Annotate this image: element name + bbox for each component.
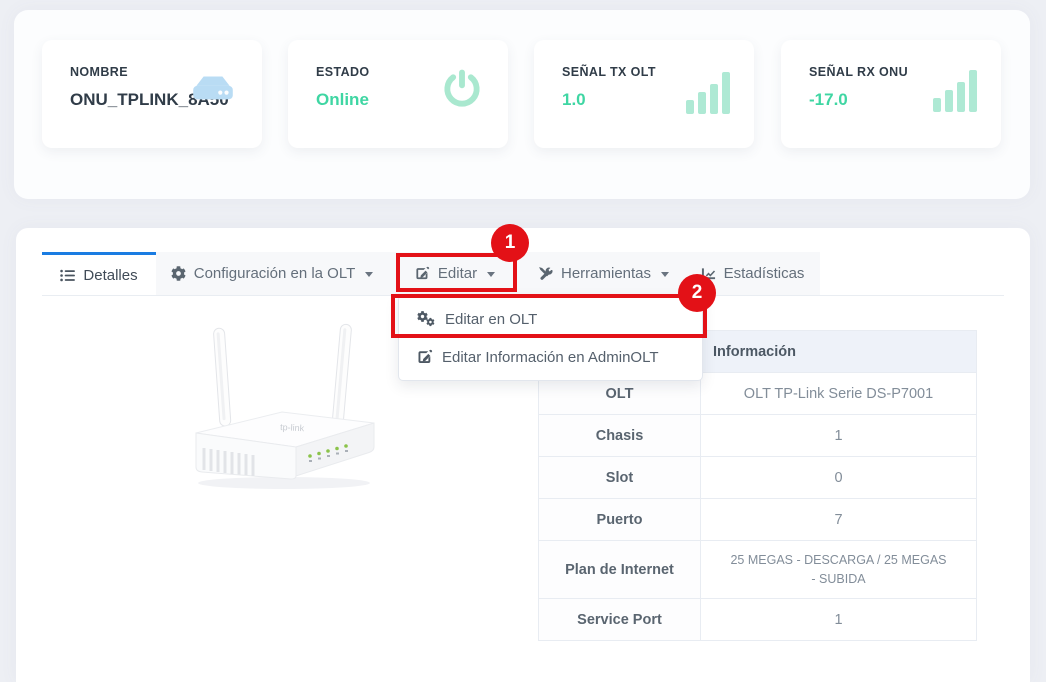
tools-icon <box>538 266 553 281</box>
table-row: Slot 0 <box>539 457 977 499</box>
stat-card-estado: ESTADO Online <box>288 40 508 148</box>
row-label: Slot <box>539 457 701 499</box>
stat-card-senal-rx-onu: SEÑAL RX ONU -17.0 <box>781 40 1001 148</box>
stat-card-nombre: NOMBRE ONU_TPLINK_8A50 <box>42 40 262 148</box>
chevron-down-icon <box>365 272 373 277</box>
table-row: Puerto 7 <box>539 499 977 541</box>
row-value: 1 <box>701 415 977 457</box>
row-value: OLT TP-Link Serie DS-P7001 <box>701 373 977 415</box>
stat-value: -17.0 <box>809 90 848 110</box>
table-header-informacion: Información <box>701 331 977 373</box>
signal-bars-icon <box>686 72 730 114</box>
row-label: Service Port <box>539 599 701 641</box>
list-icon <box>60 269 75 282</box>
tab-herramientas[interactable]: Herramientas <box>522 252 685 295</box>
row-value: 7 <box>701 499 977 541</box>
svg-text:tp-link: tp-link <box>280 422 305 433</box>
row-label: Puerto <box>539 499 701 541</box>
row-label: Plan de Internet <box>539 541 701 599</box>
step-badge-2: 2 <box>678 274 716 312</box>
stat-value: 1.0 <box>562 90 586 110</box>
stat-label: SEÑAL RX ONU <box>809 65 908 79</box>
row-value: 25 MEGAS - DESCARGA / 25 MEGAS - SUBIDA <box>701 541 977 599</box>
tab-label: Configuración en la OLT <box>194 265 355 282</box>
tab-configuracion-olt[interactable]: Configuración en la OLT <box>156 252 388 295</box>
stat-value: Online <box>316 90 369 110</box>
tab-label: Herramientas <box>561 265 651 282</box>
signal-bars-icon <box>933 70 977 112</box>
row-label: Chasis <box>539 415 701 457</box>
router-icon <box>188 70 238 115</box>
menu-item-editar-informacion-adminolt[interactable]: Editar Información en AdminOLT <box>399 338 702 376</box>
row-value: 1 <box>701 599 977 641</box>
row-value: 0 <box>701 457 977 499</box>
chevron-down-icon <box>661 272 669 277</box>
details-panel: Detalles Configuración en la OLT Editar <box>16 228 1030 682</box>
step-badge-1: 1 <box>491 224 529 262</box>
tab-label: Estadísticas <box>724 265 805 282</box>
edit-icon <box>417 349 433 365</box>
stat-label: NOMBRE <box>70 65 128 79</box>
power-icon <box>440 66 484 117</box>
tab-detalles[interactable]: Detalles <box>42 252 156 295</box>
stats-panel: NOMBRE ONU_TPLINK_8A50 ESTADO Online SEÑ… <box>14 10 1030 199</box>
tab-label: Detalles <box>83 267 137 284</box>
highlight-box-step-2 <box>391 294 707 338</box>
table-row: Plan de Internet 25 MEGAS - DESCARGA / 2… <box>539 541 977 599</box>
router-image: tp-link <box>184 320 388 500</box>
table-row: Chasis 1 <box>539 415 977 457</box>
stat-label: ESTADO <box>316 65 370 79</box>
stat-card-senal-tx-olt: SEÑAL TX OLT 1.0 <box>534 40 754 148</box>
gear-icon <box>171 266 186 281</box>
table-row: Service Port 1 <box>539 599 977 641</box>
menu-item-label: Editar Información en AdminOLT <box>442 349 659 366</box>
stat-label: SEÑAL TX OLT <box>562 65 656 79</box>
